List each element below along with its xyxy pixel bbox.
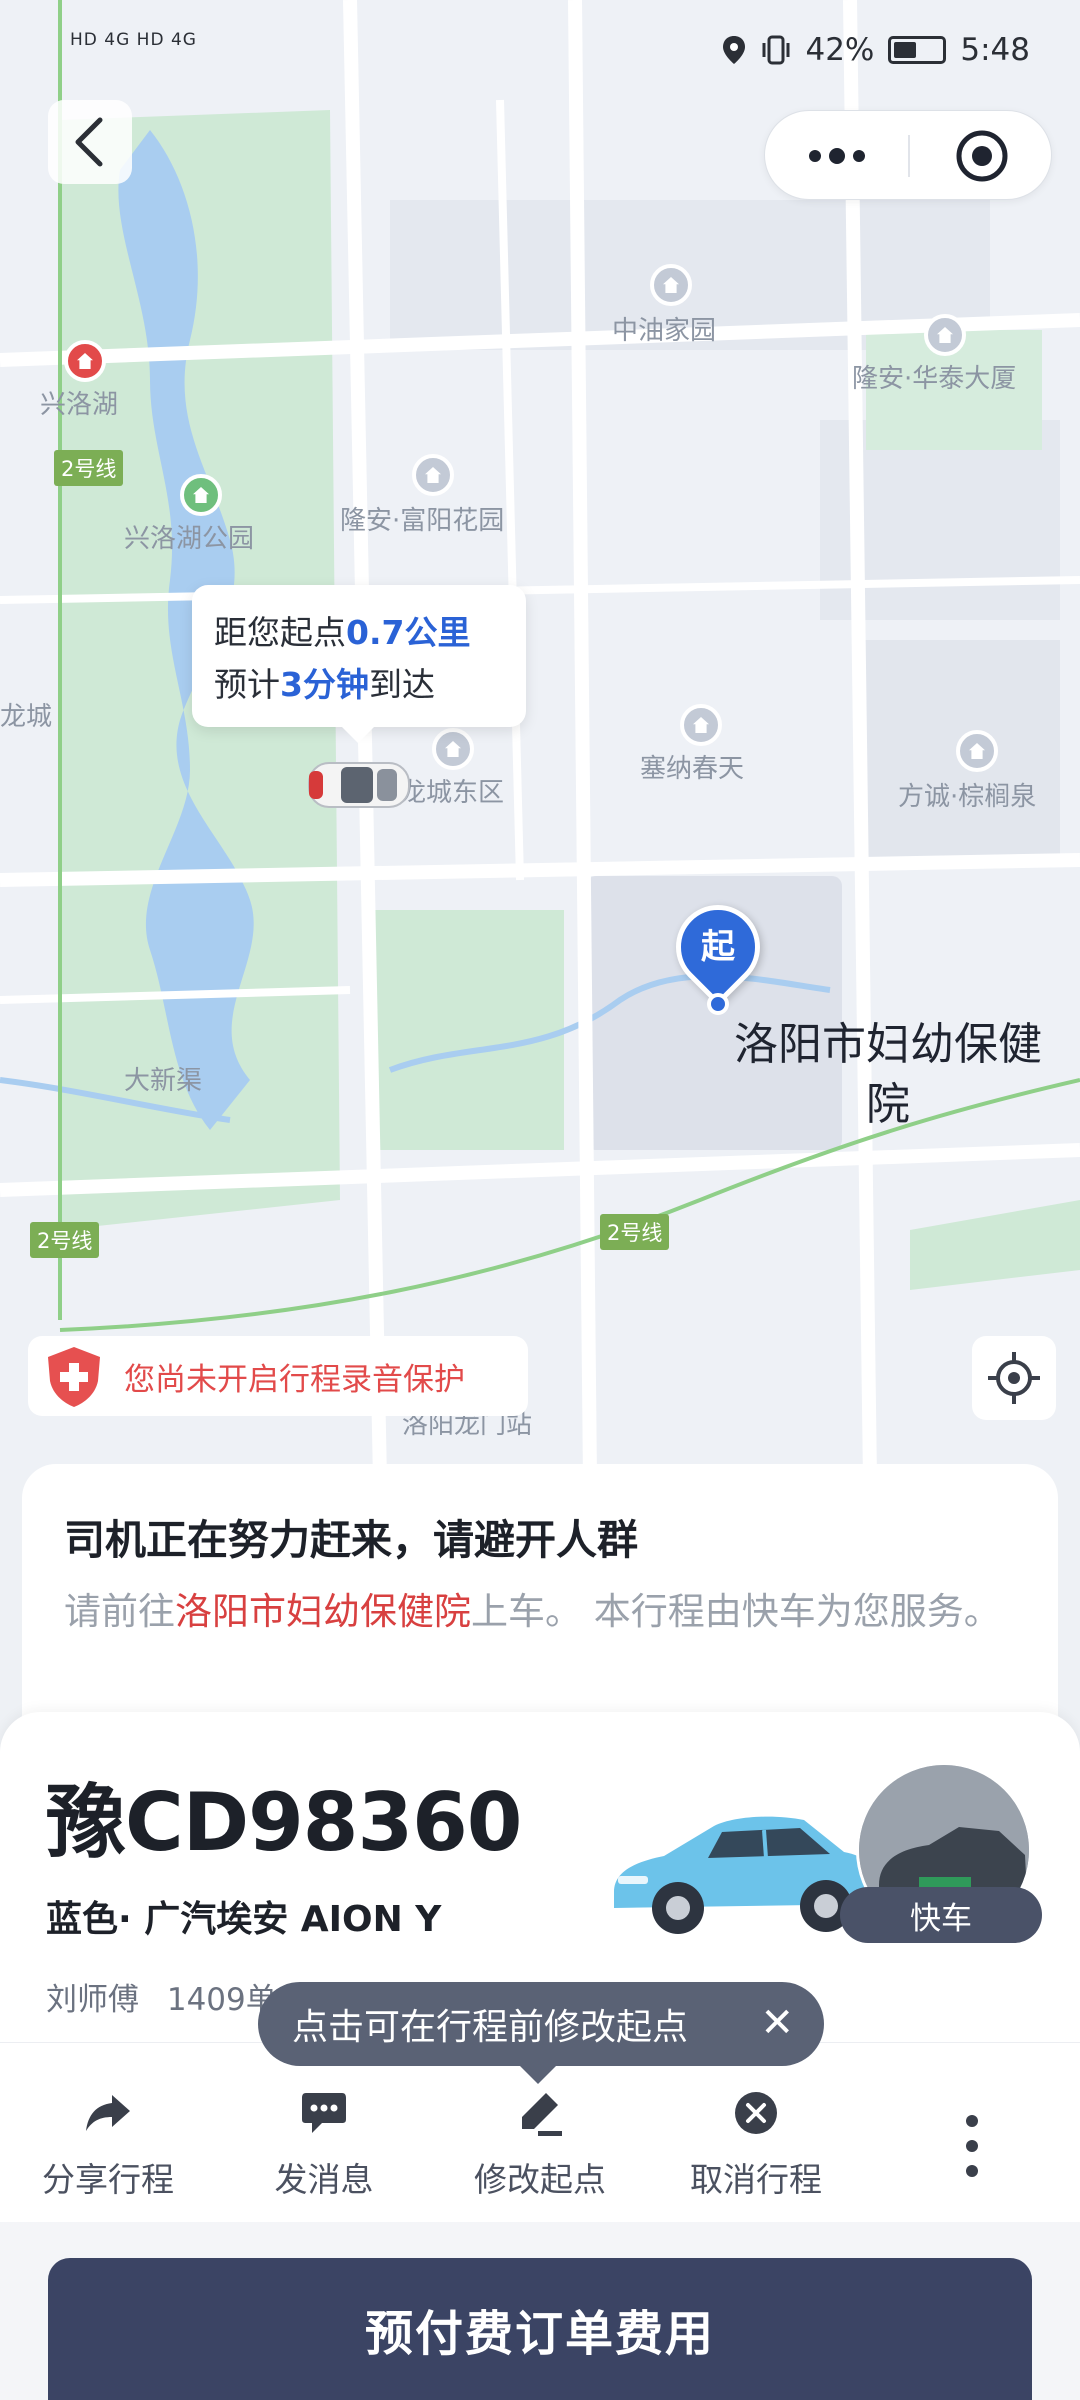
poi-label[interactable]: 大新渠: [124, 1060, 202, 1097]
poi-label[interactable]: 兴洛湖公园: [124, 518, 254, 555]
status-bar: HD 4G HD 4G 42% 5:48: [0, 0, 1080, 100]
metro-line-tag: 2号线: [30, 1222, 100, 1258]
action-label: 分享行程: [42, 2160, 174, 2199]
eta-distance: 0.7公里: [346, 613, 471, 652]
notice-body: 请前往洛阳市妇幼保健院上车。 本行程由快车为您服务。: [64, 1590, 1001, 1633]
back-button[interactable]: [48, 100, 132, 184]
network-indicators: HD 4G HD 4G: [70, 30, 197, 50]
close-miniapp-button[interactable]: [910, 111, 1053, 201]
car-marker-icon: [308, 762, 410, 808]
recording-notice-text: 您尚未开启行程录音保护: [124, 1361, 465, 1398]
pickup-marker[interactable]: 起: [658, 887, 778, 1015]
eta-minutes: 3分钟: [280, 665, 369, 704]
shield-icon: [48, 1347, 100, 1407]
edit-pickup-button[interactable]: 修改起点: [450, 2087, 630, 2201]
ellipsis-icon: [808, 148, 865, 164]
poi-label[interactable]: 中油家园: [612, 310, 716, 347]
map-background: [0, 0, 1080, 1480]
car-description: 蓝色· 广汽埃安 AION Y: [46, 1899, 442, 1940]
edit-pickup-icon: [522, 2093, 562, 2136]
cancel-icon: [735, 2092, 777, 2134]
battery-icon: [888, 36, 947, 64]
edit-pickup-tooltip: 点击可在行程前修改起点 ✕: [258, 1982, 824, 2084]
license-plate: 豫CD98360: [46, 1776, 522, 1869]
metro-line-tag: 2号线: [54, 450, 124, 486]
driver-info: 刘师傅 1409单: [46, 1974, 277, 2019]
vibrate-icon: [762, 35, 790, 65]
poi-icon-home: [412, 454, 454, 496]
pickup-dot: [707, 993, 729, 1015]
locate-me-button[interactable]: [972, 1336, 1056, 1420]
notice-place[interactable]: 洛阳市妇幼保健院: [175, 1590, 471, 1633]
crosshair-icon: [988, 1352, 1040, 1404]
cancel-trip-button[interactable]: 取消行程: [666, 2087, 846, 2201]
poi-icon-park: [180, 474, 222, 516]
action-label: 取消行程: [690, 2160, 822, 2199]
cta-area: 预付费订单费用: [0, 2222, 1080, 2400]
driver-name: 刘师傅: [46, 1982, 139, 2018]
poi-label[interactable]: 龙城: [0, 696, 52, 733]
poi-label[interactable]: 龙城东区: [400, 772, 504, 809]
location-icon: [723, 36, 746, 64]
poi-label[interactable]: 隆安·华泰大厦: [852, 358, 1016, 395]
map-view[interactable]: 兴洛湖 兴洛湖公园 中油家园 隆安·华泰大厦 隆安·富阳花园 塞纳春天 方诚·棕…: [0, 0, 1080, 1480]
notice-title: 司机正在努力赶来，请避开人群: [64, 1516, 638, 1564]
battery-percent: 42%: [805, 32, 875, 68]
chevron-left-icon: [75, 117, 103, 167]
miniapp-capsule: [764, 110, 1052, 200]
share-icon: [86, 2095, 130, 2131]
poi-icon-home: [650, 264, 692, 306]
poi-label[interactable]: 方诚·棕榈泉: [898, 776, 1036, 813]
poi-label[interactable]: 兴洛湖: [40, 384, 118, 421]
more-vertical-icon[interactable]: [952, 2111, 992, 2181]
action-label: 修改起点: [474, 2160, 606, 2199]
clock: 5:48: [960, 32, 1030, 68]
message-icon: [302, 2093, 346, 2133]
service-type-badge: 快车: [840, 1887, 1042, 1943]
poi-icon-building: [924, 314, 966, 356]
close-icon[interactable]: ✕: [760, 2000, 794, 2046]
poi-label[interactable]: 隆安·富阳花园: [340, 500, 504, 537]
poi-icon-home: [956, 730, 998, 772]
poi-icon-home: [680, 704, 722, 746]
metro-line-tag: 2号线: [600, 1214, 670, 1250]
poi-icon-xingluohu: [64, 340, 106, 382]
action-label: 发消息: [274, 2160, 374, 2199]
poi-icon-home: [432, 728, 474, 770]
tooltip-text: 点击可在行程前修改起点: [292, 2007, 689, 2048]
target-icon: [956, 130, 1007, 182]
prepay-order-button[interactable]: 预付费订单费用: [48, 2258, 1032, 2400]
send-message-button[interactable]: 发消息: [234, 2087, 414, 2201]
more-menu-button[interactable]: [765, 111, 908, 201]
eta-bubble: 距您起点0.7公里 预计3分钟到达: [192, 585, 526, 743]
poi-label[interactable]: 塞纳春天: [640, 748, 744, 785]
eta-time-line: 预计3分钟到达: [214, 665, 435, 704]
status-right: 42% 5:48: [721, 32, 1030, 68]
driver-arriving-notice: 司机正在努力赶来，请避开人群 请前往洛阳市妇幼保健院上车。 本行程由快车为您服务…: [22, 1464, 1058, 1734]
pickup-pin-text: 起: [701, 927, 735, 967]
recording-protection-notice[interactable]: 您尚未开启行程录音保护: [28, 1336, 528, 1416]
eta-distance-line: 距您起点0.7公里: [214, 613, 471, 652]
share-trip-button[interactable]: 分享行程: [18, 2087, 198, 2201]
pickup-location-label[interactable]: 洛阳市妇幼保健院: [718, 1015, 1058, 1135]
